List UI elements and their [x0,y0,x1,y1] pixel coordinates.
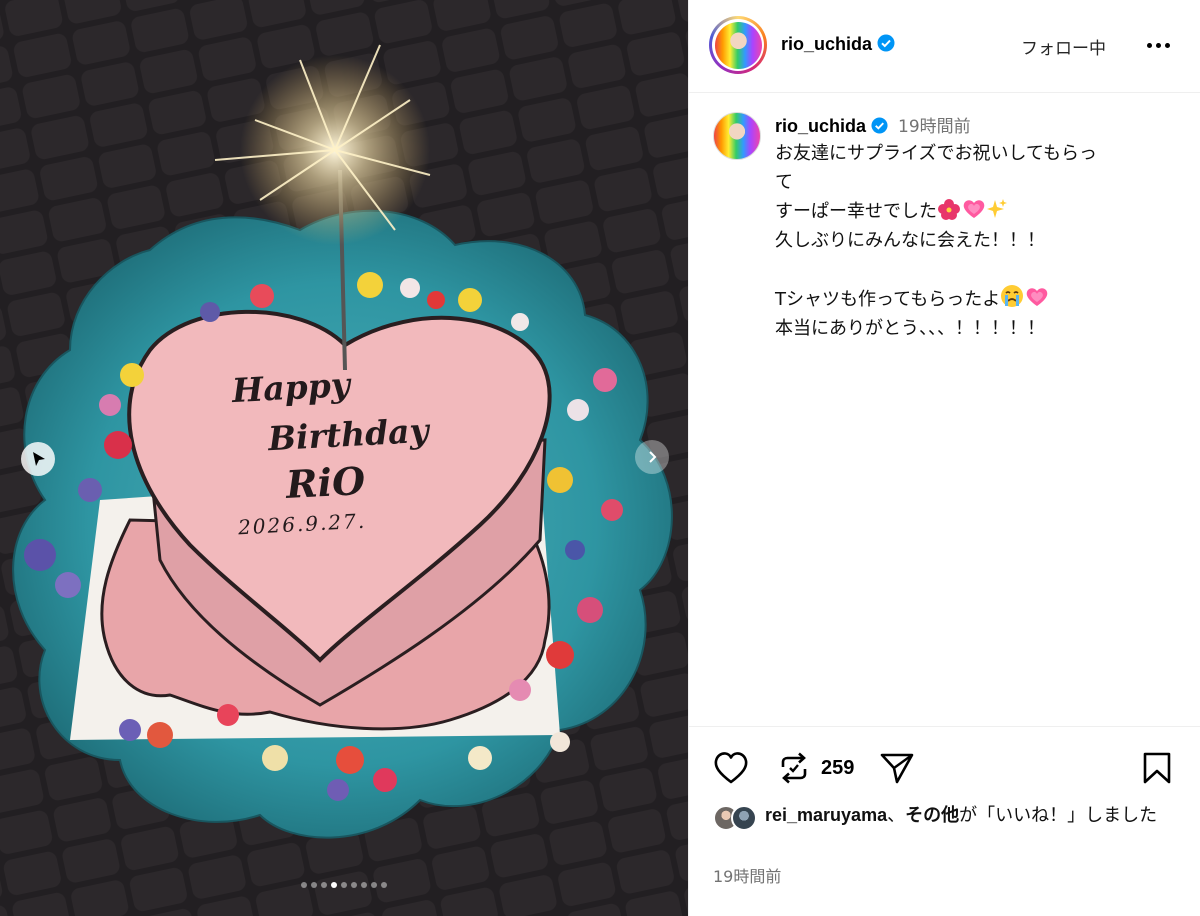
hibiscus-emoji-icon [938,199,960,220]
post-timestamp[interactable]: 19時間前 [713,863,781,887]
carousel-dot [371,882,377,888]
caption-time[interactable]: 19時間前 [898,117,971,137]
others-link[interactable]: その他 [905,805,959,825]
caption-line: 本当にありがとう、、、！！！！！ [775,318,1045,339]
header-username-text[interactable]: rio_uchida [781,34,872,54]
caption-username[interactable]: rio_uchida [775,116,866,136]
cake-text-name: RiO [284,457,367,508]
following-button[interactable]: フォロー中 [1021,34,1106,59]
caption-line: すーぱー幸せでした [775,201,937,222]
caption-text: お友達にサプライズでお祝いしてもらって すーぱー幸せでした 久しぶりにみんなに会… [775,139,1105,343]
avatar [731,805,757,831]
post-side-panel: rio_uchida フォロー中 rio_uchida 19時間前 お友達にサプ… [688,0,1200,916]
story-ring[interactable] [709,16,767,74]
liker-avatars[interactable] [713,805,759,835]
caption-line: 久しぶりにみんなに会えた！！！ [775,230,1045,251]
likes-suffix: が「いいね！」しました [959,805,1158,826]
growing-heart-emoji-icon [1026,288,1048,306]
carousel-dot [381,882,387,888]
post-header: rio_uchida フォロー中 [689,0,1200,93]
likes-text: rei_maruyama、その他が「いいね！」しました [765,801,1185,830]
heart-icon [714,752,748,784]
caption-line: Tシャツも作ってもらったよ [775,289,1001,310]
chevron-left-icon [33,452,45,466]
carousel-dot [351,882,357,888]
caption-line: お友達にサプライズでお祝いしてもらって [775,143,1098,193]
carousel-dot [341,882,347,888]
carousel-dot [321,882,327,888]
repost-icon [781,752,807,784]
share-button[interactable] [879,751,915,789]
send-icon [880,753,914,784]
chevron-right-icon [649,451,657,463]
avatar [714,21,762,69]
sparkles-emoji-icon [987,199,1007,218]
post-actions: 259 rei_maruyama、その他が「いいね！」しました 19時間前 [689,726,1200,916]
carousel-next-button[interactable] [635,440,669,474]
repost-count: 259 [821,757,855,779]
liker-username[interactable]: rei_maruyama [765,805,887,825]
crying-face-emoji-icon [1001,285,1024,307]
cake-text-happy: Happy [231,364,351,411]
save-button[interactable] [1141,751,1173,789]
avatar[interactable] [713,112,761,160]
carousel-indicator [0,882,688,888]
header-username[interactable]: rio_uchida [781,34,895,55]
repost-button[interactable] [777,751,811,789]
like-button[interactable] [713,751,749,789]
carousel-prev-button[interactable] [21,442,55,476]
carousel-dot [331,882,337,888]
carousel-dot [361,882,367,888]
growing-heart-emoji-icon [963,200,985,218]
likes-separator: 、 [887,805,906,826]
more-options-icon[interactable] [1141,30,1175,60]
verified-badge-icon [877,34,895,52]
carousel-dot [301,882,307,888]
post-media[interactable]: Happy Birthday RiO 2026.9.27. [0,0,688,916]
carousel-dot [311,882,317,888]
bookmark-icon [1143,752,1171,784]
verified-badge-icon [871,117,888,134]
